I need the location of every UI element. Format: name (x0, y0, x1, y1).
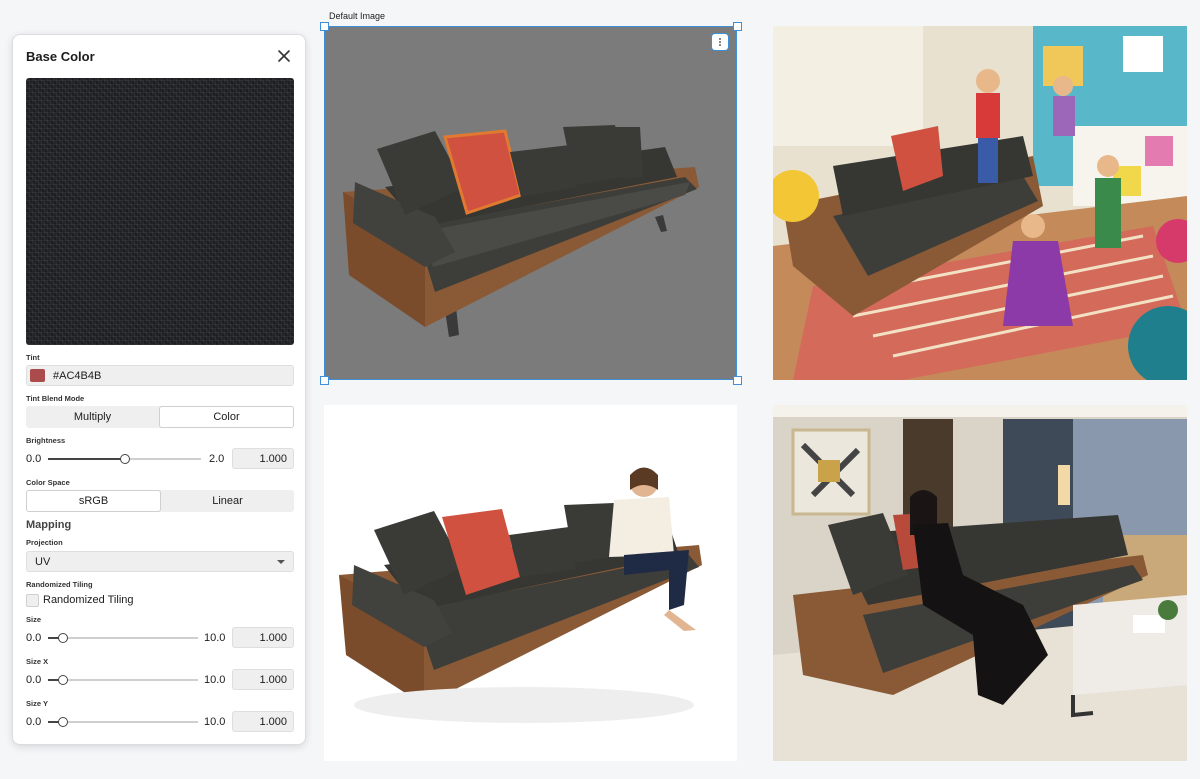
panel-title: Base Color (26, 49, 95, 64)
close-icon[interactable] (275, 47, 293, 65)
mapping-section-title: Mapping (26, 519, 72, 531)
playroom-image[interactable] (773, 26, 1187, 380)
size-x-label: Size X (26, 657, 49, 666)
resize-handle-bl[interactable] (320, 376, 329, 385)
projection-select[interactable]: UV (26, 551, 294, 572)
randomized-tiling-row: Randomized Tiling (26, 592, 134, 608)
image-menu-button[interactable] (711, 33, 729, 51)
color-space-linear[interactable]: Linear (161, 490, 294, 512)
color-space-srgb[interactable]: sRGB (26, 490, 161, 512)
default-image-label: Default Image (329, 11, 386, 21)
color-space-label: Color Space (26, 478, 70, 487)
randomized-tiling-text: Randomized Tiling (43, 594, 134, 606)
color-space-toggle: sRGB Linear (26, 490, 294, 512)
size-y-value[interactable]: 1.000 (232, 711, 294, 732)
chevron-down-icon (277, 560, 285, 564)
randomized-tiling-checkbox[interactable] (26, 593, 39, 607)
size-y-thumb[interactable] (58, 717, 68, 727)
brightness-track[interactable] (48, 454, 201, 464)
size-y-track[interactable] (48, 717, 198, 727)
randomized-tiling-label: Randomized Tiling (26, 580, 93, 589)
brightness-max: 2.0 (209, 453, 225, 465)
size-thumb[interactable] (58, 633, 68, 643)
size-x-thumb[interactable] (58, 675, 68, 685)
living-room-image[interactable] (773, 405, 1187, 761)
size-y-min: 0.0 (26, 716, 42, 728)
texture-preview[interactable] (26, 78, 294, 345)
living-room-scene (773, 405, 1187, 761)
brightness-fill (48, 458, 125, 460)
resize-handle-br[interactable] (733, 376, 742, 385)
size-track[interactable] (48, 633, 198, 643)
resize-handle-tr[interactable] (733, 22, 742, 31)
projection-label: Projection (26, 538, 63, 547)
projection-value: UV (35, 556, 51, 568)
resize-handle-tl[interactable] (320, 22, 329, 31)
size-y-slider: 0.0 10.0 1.000 (26, 711, 294, 733)
more-vertical-icon (719, 38, 721, 46)
size-slider: 0.0 10.0 1.000 (26, 627, 294, 649)
brightness-value[interactable]: 1.000 (232, 448, 294, 469)
size-value[interactable]: 1.000 (232, 627, 294, 648)
tint-value: #AC4B4B (53, 370, 102, 382)
size-y-label: Size Y (26, 699, 48, 708)
size-x-max: 10.0 (204, 674, 226, 686)
brightness-min: 0.0 (26, 453, 42, 465)
size-y-max: 10.0 (204, 716, 226, 728)
base-color-panel: Base Color Tint #AC4B4B Tint Blend Mode … (12, 34, 306, 745)
brightness-thumb[interactable] (119, 454, 130, 464)
sofa-render (343, 125, 699, 337)
size-max: 10.0 (204, 632, 226, 644)
tint-field[interactable]: #AC4B4B (26, 365, 294, 386)
brightness-slider: 0.0 2.0 1.000 (26, 448, 294, 470)
size-x-track[interactable] (48, 675, 198, 685)
size-label: Size (26, 615, 42, 624)
white-background-image[interactable] (324, 405, 737, 761)
size-x-value[interactable]: 1.000 (232, 669, 294, 690)
size-x-slider: 0.0 10.0 1.000 (26, 669, 294, 691)
brightness-label: Brightness (26, 436, 66, 445)
tint-swatch[interactable] (30, 369, 45, 382)
sofa-woman-scene (339, 467, 702, 723)
size-min: 0.0 (26, 632, 42, 644)
blend-mode-label: Tint Blend Mode (26, 394, 85, 403)
size-x-min: 0.0 (26, 674, 42, 686)
playroom-scene (773, 26, 1187, 380)
blend-option-multiply[interactable]: Multiply (26, 406, 159, 428)
blend-mode-toggle: Multiply Color (26, 406, 294, 428)
tint-label: Tint (26, 353, 40, 362)
blend-option-color[interactable]: Color (159, 406, 294, 428)
default-image[interactable] (324, 26, 737, 380)
